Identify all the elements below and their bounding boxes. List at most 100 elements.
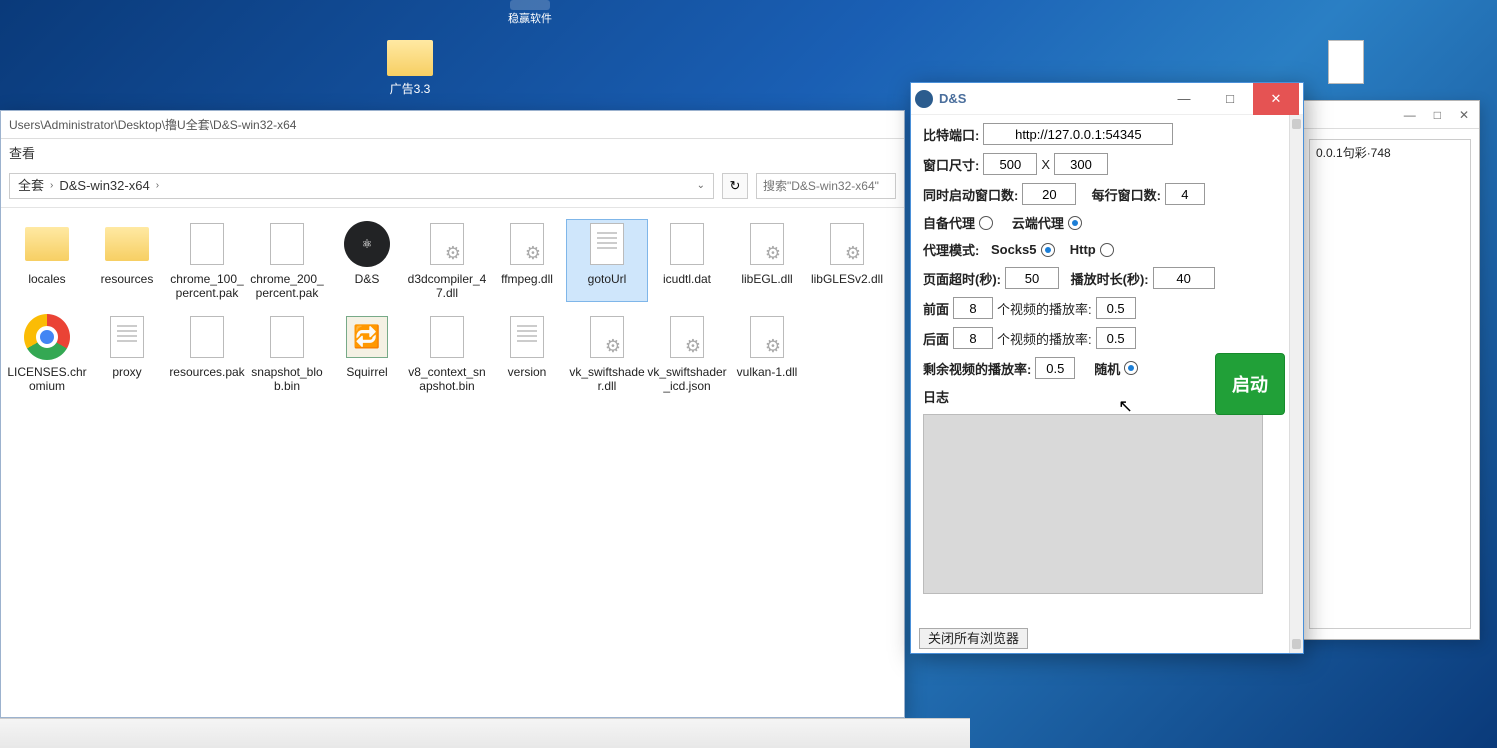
file-label: vulkan-1.dll (727, 365, 807, 379)
file-item[interactable]: icudtl.dat (647, 220, 727, 301)
refresh-button[interactable]: ↻ (722, 173, 748, 199)
breadcrumb-seg[interactable]: 全套 (18, 173, 44, 199)
start-button-label: 启动 (1232, 371, 1268, 397)
label-per-row: 每行窗口数: (1092, 185, 1161, 204)
back-n-input[interactable] (953, 327, 993, 349)
file-label: d3dcompiler_47.dll (407, 272, 487, 301)
dll-icon (823, 220, 871, 268)
file-label: locales (7, 272, 87, 286)
file-item[interactable]: libEGL.dll (727, 220, 807, 301)
folder-icon (387, 40, 433, 76)
txt-icon (583, 220, 631, 268)
start-count-input[interactable] (1022, 183, 1076, 205)
remain-rate-input[interactable] (1035, 357, 1075, 379)
http-radio[interactable] (1100, 243, 1114, 257)
close-icon[interactable]: ✕ (1459, 108, 1469, 122)
label-back: 后面 (923, 329, 949, 348)
file-item[interactable]: d3dcompiler_47.dll (407, 220, 487, 301)
notepad-titlebar[interactable]: — □ ✕ (1301, 101, 1479, 129)
file-label: resources (87, 272, 167, 286)
log-textarea[interactable] (923, 414, 1263, 594)
dll-icon (423, 220, 471, 268)
self-proxy-radio[interactable] (979, 216, 993, 230)
cloud-proxy-radio[interactable] (1068, 216, 1082, 230)
port-url-input[interactable] (983, 123, 1173, 145)
file-item[interactable]: version (487, 313, 567, 394)
label-random: 随机 (1094, 359, 1120, 378)
desktop-bg: 稳赢软件 广告3.3 — □ ✕ 0.0.1句彩·748 Users\Admin… (0, 0, 1497, 748)
file-item[interactable]: 🔁Squirrel (327, 313, 407, 394)
back-rate-input[interactable] (1096, 327, 1136, 349)
file-item[interactable]: vk_swiftshader_icd.json (647, 313, 727, 394)
file-item[interactable]: chrome_100_percent.pak (167, 220, 247, 301)
menu-view[interactable]: 查看 (9, 146, 35, 161)
label-http: Http (1070, 242, 1096, 257)
minimize-icon[interactable]: — (1404, 108, 1416, 122)
pak-icon (423, 313, 471, 361)
maximize-button[interactable]: □ (1207, 83, 1253, 115)
chevron-down-icon[interactable]: ⌄ (697, 173, 705, 199)
per-row-input[interactable] (1165, 183, 1205, 205)
file-label: libGLESv2.dll (807, 272, 887, 286)
close-all-browsers-button[interactable]: 关闭所有浏览器 (919, 628, 1028, 649)
explorer-titlebar[interactable]: Users\Administrator\Desktop\撸U全套\D&S-win… (1, 111, 904, 139)
file-item[interactable]: chrome_200_percent.pak (247, 220, 327, 301)
ds-titlebar[interactable]: D&S — □ ✕ (911, 83, 1303, 115)
maximize-icon[interactable]: □ (1434, 108, 1441, 122)
desktop-icon[interactable]: 稳赢软件 (490, 0, 570, 26)
file-item[interactable]: locales (7, 220, 87, 301)
close-button[interactable]: ✕ (1253, 83, 1299, 115)
minimize-button[interactable]: — (1161, 83, 1207, 115)
explorer-title-path: Users\Administrator\Desktop\撸U全套\D&S-win… (9, 118, 296, 132)
file-item[interactable]: vulkan-1.dll (727, 313, 807, 394)
file-label: snapshot_blob.bin (247, 365, 327, 394)
win-height-input[interactable] (1054, 153, 1108, 175)
file-item[interactable]: libGLESv2.dll (807, 220, 887, 301)
file-label: version (487, 365, 567, 379)
file-item[interactable]: ffmpeg.dll (487, 220, 567, 301)
notepad-textarea[interactable]: 0.0.1句彩·748 (1309, 139, 1471, 629)
icon-label: 广告3.3 (370, 80, 450, 97)
app-gear-icon (915, 90, 933, 108)
dll-icon (583, 313, 631, 361)
start-button[interactable]: 启动 (1215, 353, 1285, 415)
file-item[interactable]: gotoUrl (567, 220, 647, 301)
label-log: 日志 (923, 387, 949, 406)
breadcrumb[interactable]: 全套 › D&S-win32-x64 › ⌄ (9, 173, 714, 199)
file-item[interactable]: vk_swiftshader.dll (567, 313, 647, 394)
chevron-right-icon: › (156, 173, 159, 199)
file-item[interactable]: ⚛D&S (327, 220, 407, 301)
file-item[interactable]: resources.pak (167, 313, 247, 394)
file-item[interactable]: resources (87, 220, 167, 301)
file-label: vk_swiftshader_icd.json (647, 365, 727, 394)
front-n-input[interactable] (953, 297, 993, 319)
taskbar[interactable] (0, 718, 970, 748)
desktop-folder[interactable]: 广告3.3 (370, 40, 450, 97)
breadcrumb-seg[interactable]: D&S-win32-x64 (59, 173, 149, 199)
file-label: gotoUrl (567, 272, 647, 286)
pak-icon (183, 220, 231, 268)
dll-icon (503, 220, 551, 268)
cursor-icon: ↖ (1118, 396, 1133, 417)
folder-icon (23, 220, 71, 268)
file-label: proxy (87, 365, 167, 379)
file-item[interactable]: proxy (87, 313, 167, 394)
desktop-document[interactable] (1306, 40, 1386, 88)
search-input[interactable] (756, 173, 896, 199)
page-timeout-input[interactable] (1005, 267, 1059, 289)
label-self-proxy: 自备代理 (923, 213, 975, 232)
win-width-input[interactable] (983, 153, 1037, 175)
socks5-radio[interactable] (1041, 243, 1055, 257)
file-item[interactable]: snapshot_blob.bin (247, 313, 327, 394)
front-rate-input[interactable] (1096, 297, 1136, 319)
random-radio[interactable] (1124, 361, 1138, 375)
file-item[interactable]: v8_context_snapshot.bin (407, 313, 487, 394)
file-label: icudtl.dat (647, 272, 727, 286)
play-time-input[interactable] (1153, 267, 1215, 289)
txt-icon (103, 313, 151, 361)
dll-icon (743, 313, 791, 361)
pak-icon (263, 220, 311, 268)
file-item[interactable]: LICENSES.chromium (7, 313, 87, 394)
label-port: 比特端口: (923, 125, 979, 144)
label-remain-rate: 剩余视频的播放率: (923, 359, 1031, 378)
